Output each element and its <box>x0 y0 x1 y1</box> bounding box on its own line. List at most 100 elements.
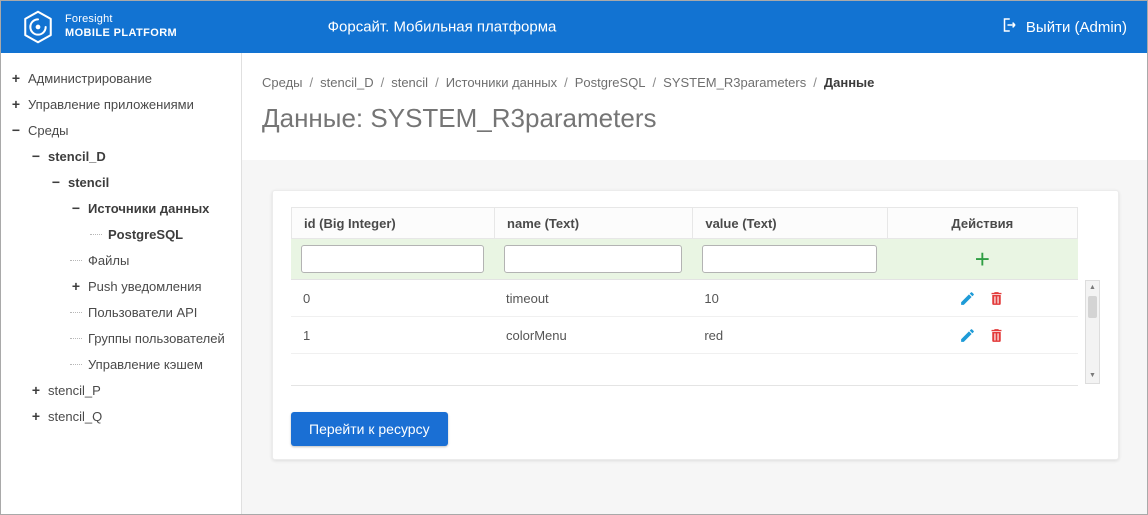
expand-icon[interactable]: + <box>69 279 83 293</box>
filter-input[interactable] <box>301 245 485 273</box>
table-filter-row: + <box>291 239 1078 280</box>
sidebar-item[interactable]: + Управление приложениями <box>1 91 241 117</box>
scroll-down-icon[interactable]: ▼ <box>1089 369 1096 383</box>
expand-icon[interactable]: + <box>29 409 43 423</box>
cell-name: timeout <box>506 290 549 306</box>
expand-icon[interactable]: + <box>9 97 23 111</box>
sidebar-item-label: PostgreSQL <box>108 226 184 242</box>
delete-icon[interactable] <box>988 290 1005 307</box>
breadcrumb-item[interactable]: Среды <box>262 75 303 90</box>
sidebar-item[interactable]: + Push уведомления <box>1 273 241 299</box>
logout-button[interactable]: Выйти (Admin) <box>1000 16 1127 38</box>
data-table: id (Big Integer) name (Text) value (Text) Д… <box>291 207 1100 386</box>
sidebar-item[interactable]: Пользователи API <box>1 299 241 325</box>
navigation-tree: + Администрирование + Управление приложения… <box>1 65 241 429</box>
row-actions <box>887 317 1078 353</box>
cell-value: 10 <box>704 290 719 306</box>
sidebar-item[interactable]: + stencil_Q <box>1 403 241 429</box>
cell-id: 0 <box>303 290 311 306</box>
main-content: Среды / stencil_D / stencil / Источники данных… <box>242 53 1147 514</box>
column-header: name (Text) <box>494 207 693 239</box>
brand-subtitle: MOBILE PLATFORM <box>65 27 178 39</box>
collapse-icon[interactable]: − <box>9 123 23 137</box>
brand-name: Foresight <box>65 13 113 26</box>
breadcrumb-separator: / <box>309 75 314 90</box>
sidebar-item[interactable]: Файлы <box>1 247 241 273</box>
vertical-scrollbar[interactable]: ▲ ▼ <box>1085 280 1100 384</box>
sidebar-item-label: Push уведомления <box>88 278 202 294</box>
sidebar-item[interactable]: Управление кэшем <box>1 351 241 377</box>
sidebar-item[interactable]: PostgreSQL <box>1 221 241 247</box>
breadcrumb-item[interactable]: Источники данных <box>446 75 557 90</box>
sidebar-item-label: stencil_D <box>48 148 106 164</box>
sidebar-item-label: stencil_Q <box>48 408 103 424</box>
sidebar-item-label: Файлы <box>88 252 130 268</box>
sidebar-item-label: Среды <box>28 122 69 138</box>
sidebar-item-label: stencil_P <box>48 382 101 398</box>
breadcrumb: Среды / stencil_D / stencil / Источники данных… <box>242 53 1147 90</box>
breadcrumb-separator: / <box>564 75 568 90</box>
breadcrumb-separator: / <box>380 75 385 90</box>
sidebar-item-label: Источники данных <box>88 200 210 216</box>
logout-icon <box>1000 16 1018 38</box>
breadcrumb-item[interactable]: stencil_D <box>320 75 373 90</box>
breadcrumb-item[interactable]: PostgreSQL <box>575 75 646 90</box>
foresight-logo-icon <box>21 10 55 44</box>
cell-name: colorMenu <box>506 327 567 343</box>
go-to-resource-button[interactable]: Перейти к ресурсу <box>291 412 448 446</box>
table-row: 1 colorMenu red <box>291 317 1078 354</box>
brand-text: Foresight MOBILE PLATFORM <box>65 13 177 41</box>
logout-label: Выйти (Admin) <box>1025 18 1127 36</box>
table-body: 0 timeout 10 1 colorMenu red <box>291 280 1078 386</box>
scrollbar-thumb[interactable] <box>1088 296 1097 318</box>
cell-value: red <box>704 327 724 343</box>
edit-icon[interactable] <box>959 290 976 307</box>
breadcrumb-separator: / <box>813 75 817 90</box>
filter-cell <box>494 239 692 279</box>
cell-id: 1 <box>303 327 311 343</box>
column-header: value (Text) <box>692 207 887 239</box>
sidebar-item[interactable]: − stencil <box>1 169 241 195</box>
data-card: id (Big Integer) name (Text) value (Text) Д… <box>272 190 1119 460</box>
collapse-icon[interactable]: − <box>49 175 63 189</box>
column-header: Действия <box>886 207 1078 239</box>
collapse-icon[interactable]: − <box>29 149 43 163</box>
table-row: 0 timeout 10 <box>291 280 1078 317</box>
app-header: Foresight MOBILE PLATFORM Форсайт. Мобил… <box>1 1 1147 53</box>
breadcrumb-item: Данные <box>823 75 875 90</box>
sidebar: + Администрирование + Управление приложения… <box>1 53 242 514</box>
sidebar-item-label: stencil <box>68 174 110 190</box>
sidebar-item-label: Пользователи API <box>88 304 198 320</box>
breadcrumb-separator: / <box>652 75 657 90</box>
breadcrumb-separator: / <box>435 75 439 90</box>
sidebar-item[interactable]: − Среды <box>1 117 241 143</box>
page-title: Данные: SYSTEM_R3parameters <box>262 103 657 133</box>
sidebar-item[interactable]: + Администрирование <box>1 65 241 91</box>
edit-icon[interactable] <box>959 327 976 344</box>
content-band: id (Big Integer) name (Text) value (Text) Д… <box>242 160 1147 514</box>
breadcrumb-item[interactable]: stencil <box>391 75 428 90</box>
column-header: id (Big Integer) <box>291 207 495 239</box>
add-row-button[interactable]: + <box>975 246 990 272</box>
breadcrumb-item[interactable]: SYSTEM_R3parameters <box>663 75 806 90</box>
filter-input[interactable] <box>504 245 683 273</box>
expand-icon[interactable]: + <box>9 71 23 85</box>
brand: Foresight MOBILE PLATFORM <box>21 10 177 44</box>
sidebar-item-label: Группы пользователей <box>88 330 225 346</box>
sidebar-item[interactable]: − stencil_D <box>1 143 241 169</box>
sidebar-item-label: Управление приложениями <box>28 96 194 112</box>
filter-input[interactable] <box>702 245 877 273</box>
expand-icon[interactable]: + <box>29 383 43 397</box>
filter-cell <box>291 239 494 279</box>
sidebar-item[interactable]: + stencil_P <box>1 377 241 403</box>
scroll-up-icon[interactable]: ▲ <box>1089 281 1096 295</box>
sidebar-item-label: Управление кэшем <box>88 356 203 372</box>
app-body: + Администрирование + Управление приложения… <box>1 53 1147 514</box>
row-actions <box>887 280 1078 316</box>
collapse-icon[interactable]: − <box>69 201 83 215</box>
sidebar-item[interactable]: Группы пользователей <box>1 325 241 351</box>
filter-cell <box>692 239 886 279</box>
delete-icon[interactable] <box>988 327 1005 344</box>
app-window: Foresight MOBILE PLATFORM Форсайт. Мобил… <box>0 0 1148 515</box>
sidebar-item[interactable]: − Источники данных <box>1 195 241 221</box>
